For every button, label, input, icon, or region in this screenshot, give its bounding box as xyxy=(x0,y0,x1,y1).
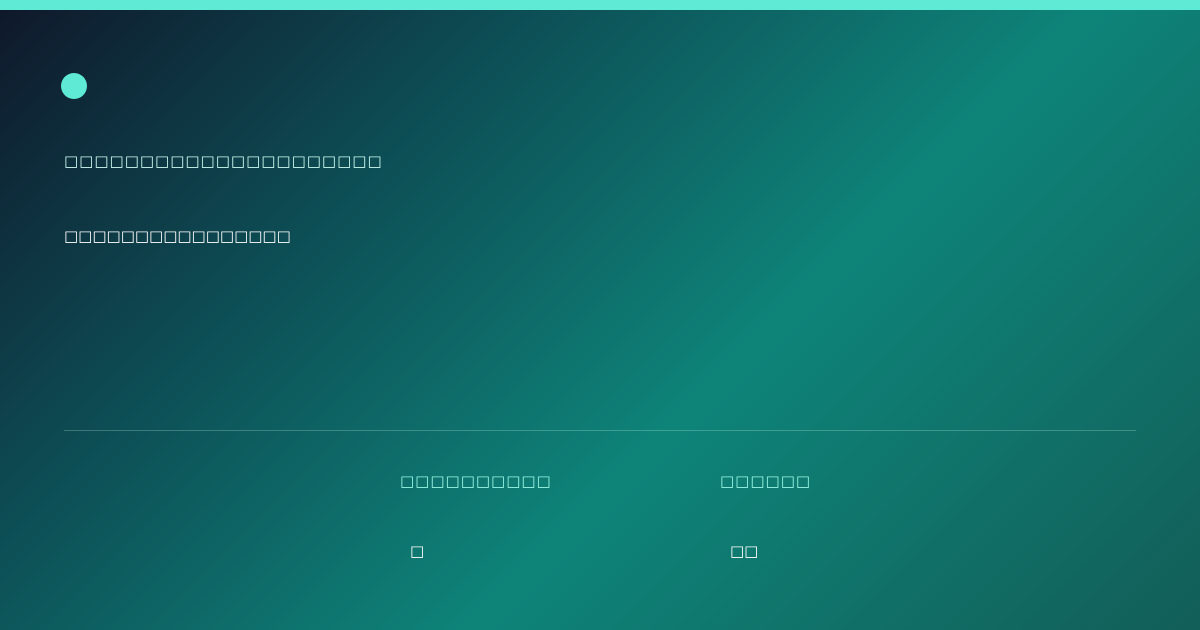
stat-block-1: □□□□□□□□□□ □ xyxy=(400,472,552,560)
stat-block-2: □□□□□□ □□ xyxy=(720,472,812,560)
eyebrow-text: □□□□□□□□□□□□□□□□□□□□□ xyxy=(64,152,383,170)
divider-line xyxy=(64,430,1136,431)
stat-value: □ xyxy=(410,542,425,560)
stat-value: □□ xyxy=(730,542,759,560)
logo-dot-icon xyxy=(61,73,87,99)
stat-label: □□□□□□□□□□ xyxy=(400,472,552,490)
stat-label: □□□□□□ xyxy=(720,472,812,490)
top-accent-bar xyxy=(0,0,1200,10)
headline-text: □□□□□□□□□□□□□□□□ xyxy=(64,227,291,245)
